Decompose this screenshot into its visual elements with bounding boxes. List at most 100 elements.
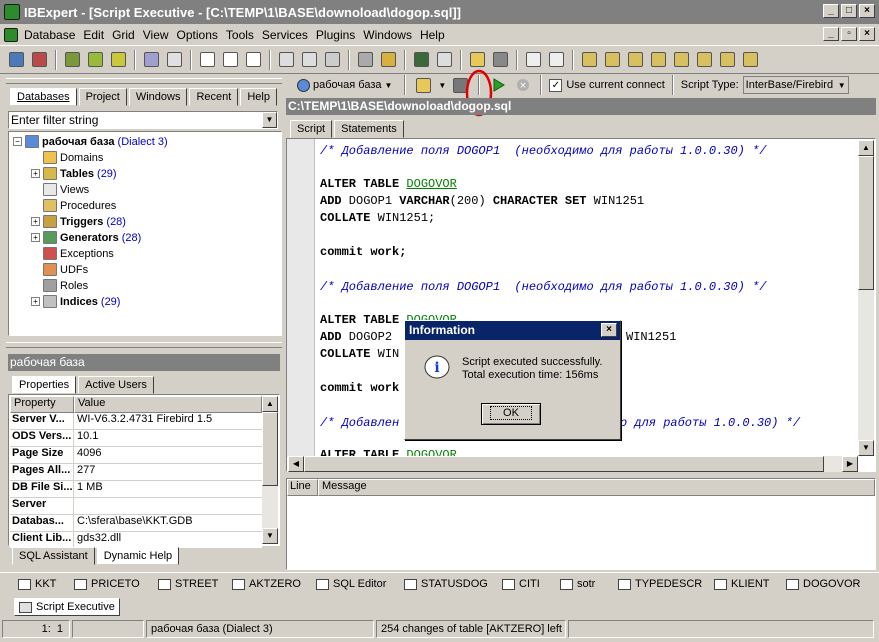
menu-services[interactable]: Services (258, 28, 312, 42)
props-scrollbar[interactable]: ▲ ▼ (262, 396, 278, 544)
window-tab-dogovor[interactable]: DOGOVOR (786, 574, 860, 594)
edit-icon[interactable] (434, 49, 455, 70)
prop-row[interactable]: Server (10, 498, 262, 515)
prop-header-value[interactable]: Value (74, 396, 262, 413)
search-icon[interactable] (276, 49, 297, 70)
tab-help[interactable]: Help (240, 88, 277, 106)
tree-item-exceptions[interactable]: Exceptions (31, 247, 114, 260)
tab-statements[interactable]: Statements (334, 120, 404, 138)
scroll-right-icon[interactable]: ▶ (842, 456, 858, 472)
collapse-icon[interactable]: − (13, 137, 22, 146)
connect-icon[interactable] (62, 49, 83, 70)
new-doc-icon[interactable] (197, 49, 218, 70)
tab-project[interactable]: Project (78, 88, 127, 106)
menu-database[interactable]: Database (20, 28, 79, 42)
mdi-minimize-button[interactable]: _ (823, 27, 839, 41)
db-select[interactable]: рабочая база ▼ (292, 78, 397, 93)
scroll-thumb[interactable] (858, 156, 874, 290)
msg-header-line[interactable]: Line (287, 479, 318, 496)
window-tab-street[interactable]: STREET (158, 574, 218, 594)
use-current-checkbox[interactable]: ✓ (549, 78, 563, 92)
exception-icon[interactable] (694, 49, 715, 70)
window-tab-priceto[interactable]: PRICETO (74, 574, 140, 594)
menu-windows[interactable]: Windows (359, 28, 416, 42)
unregister-db-icon[interactable] (29, 49, 50, 70)
menu-view[interactable]: View (139, 28, 173, 42)
prop-row[interactable]: DB File Si... 1 MB (10, 481, 262, 498)
filter-dropdown-icon[interactable]: ▼ (262, 112, 277, 128)
trigger-icon[interactable] (648, 49, 669, 70)
key-icon[interactable] (378, 49, 399, 70)
window-tab-aktzero[interactable]: AKTZERO (232, 574, 301, 594)
window-tab-sotr[interactable]: sotr (560, 574, 595, 594)
table-icon[interactable] (579, 49, 600, 70)
prop-header-property[interactable]: Property (10, 396, 74, 413)
tree-item-triggers[interactable]: + Triggers (28) (31, 215, 126, 228)
tree-db-node[interactable]: − рабочая база (Dialect 3) (13, 135, 168, 148)
menu-options[interactable]: Options (173, 28, 222, 42)
window-tab-sql-editor[interactable]: SQL Editor (316, 574, 386, 594)
tree-item-domains[interactable]: Domains (31, 151, 103, 164)
menu-help[interactable]: Help (416, 28, 449, 42)
window-tab-statusdog[interactable]: STATUSDOG (404, 574, 488, 594)
tree-item-views[interactable]: Views (31, 183, 89, 196)
stop-script-button[interactable]: × (512, 75, 533, 96)
maximize-button[interactable]: □ (841, 4, 857, 18)
tab-properties[interactable]: Properties (12, 376, 77, 394)
tree-item-generators[interactable]: + Generators (28) (31, 231, 141, 244)
view-icon[interactable] (602, 49, 623, 70)
close-button[interactable]: × (859, 4, 875, 18)
menu-edit[interactable]: Edit (79, 28, 108, 42)
sql-icon[interactable] (164, 49, 185, 70)
use-current-label[interactable]: Use current connect (566, 79, 664, 91)
tree-item-tables[interactable]: + Tables (29) (31, 167, 117, 180)
settings-icon[interactable] (355, 49, 376, 70)
filter-input[interactable]: Enter filter string (8, 111, 278, 129)
window-tab-citi[interactable]: CITI (502, 574, 540, 594)
gen-icon[interactable] (671, 49, 692, 70)
tree-item-roles[interactable]: Roles (31, 279, 88, 292)
scroll-left-icon[interactable]: ◀ (288, 456, 304, 472)
scroll-down-icon[interactable]: ▼ (262, 528, 278, 544)
scroll-up-icon[interactable]: ▲ (262, 396, 278, 412)
tab-recent[interactable]: Recent (189, 88, 239, 106)
window-tab-typedescr[interactable]: TYPEDESCR (618, 574, 702, 594)
tab-windows[interactable]: Windows (128, 88, 188, 106)
expand-icon[interactable]: + (31, 297, 40, 306)
window-tab-klient[interactable]: KLIENT (714, 574, 770, 594)
mdi-close-button[interactable]: × (859, 27, 875, 41)
role-icon[interactable] (740, 49, 761, 70)
cut-icon[interactable] (523, 49, 544, 70)
scroll-thumb[interactable] (262, 412, 278, 486)
menu-grid[interactable]: Grid (108, 28, 139, 42)
active-window-tab[interactable]: Script Executive (14, 598, 120, 616)
expand-icon[interactable]: + (31, 169, 40, 178)
book-icon[interactable] (411, 49, 432, 70)
proc-icon[interactable] (625, 49, 646, 70)
tree-item-procedures[interactable]: Procedures (31, 199, 116, 212)
minimize-button[interactable]: _ (823, 4, 839, 18)
editor-v-scrollbar[interactable]: ▲ ▼ (858, 140, 874, 456)
register-db-icon[interactable] (6, 49, 27, 70)
prop-row[interactable]: Pages All... 277 (10, 464, 262, 481)
tab-databases[interactable]: Databases (10, 88, 77, 106)
prop-row[interactable]: ODS Vers... 10.1 (10, 430, 262, 447)
tree-item-indices[interactable]: + Indices (29) (31, 295, 120, 308)
plug-icon[interactable] (108, 49, 129, 70)
editor-h-scrollbar[interactable]: ◀ ▶ (288, 456, 858, 472)
udf-icon[interactable] (717, 49, 738, 70)
copy-doc-icon[interactable] (220, 49, 241, 70)
expand-icon[interactable]: + (31, 233, 40, 242)
mdi-restore-button[interactable]: ▫ (841, 27, 857, 41)
msg-header-message[interactable]: Message (318, 479, 875, 496)
tab-script[interactable]: Script (290, 120, 333, 138)
expand-icon[interactable]: + (31, 217, 40, 226)
tab-sql-assistant[interactable]: SQL Assistant (12, 547, 95, 565)
menu-tools[interactable]: Tools (222, 28, 258, 42)
scroll-down-icon[interactable]: ▼ (858, 440, 874, 456)
tree-item-udfs[interactable]: UDFs (31, 263, 88, 276)
disconnect-icon[interactable] (85, 49, 106, 70)
script-type-select[interactable]: InterBase/Firebird ▼ (742, 76, 849, 94)
db-info-icon[interactable] (141, 49, 162, 70)
prop-row[interactable]: Databas... C:\sfera\base\KKT.GDB (10, 515, 262, 532)
